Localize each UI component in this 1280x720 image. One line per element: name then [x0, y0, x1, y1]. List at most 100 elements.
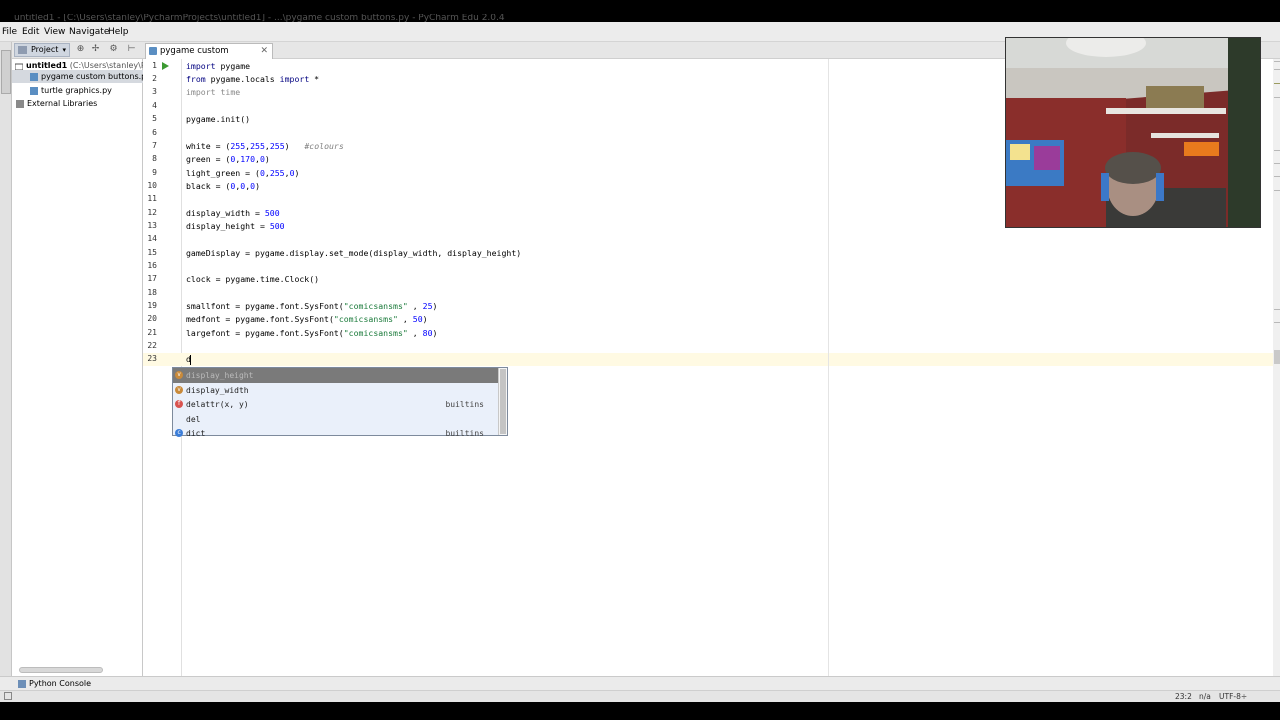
pin-icon[interactable]: ⊢ — [127, 45, 136, 54]
line-number: 15 — [147, 248, 157, 257]
chevron-down-icon: ▾ — [62, 46, 66, 54]
editor-tab-active[interactable]: pygame custom buttons.py ✕ — [145, 43, 273, 70]
scroll-marker — [1274, 322, 1280, 323]
line-number: 11 — [147, 194, 157, 203]
line-separator[interactable]: n/a — [1199, 692, 1211, 701]
tree-external-libraries[interactable]: External Libraries — [12, 97, 143, 110]
code-text: , — [397, 314, 413, 324]
horizontal-scrollbar[interactable] — [19, 667, 103, 673]
tree-file-turtle[interactable]: turtle graphics.py — [12, 84, 143, 97]
scroll-thumb[interactable] — [1274, 350, 1280, 364]
number: 255 — [269, 141, 285, 151]
close-icon[interactable]: ✕ — [260, 44, 268, 58]
scroll-marker — [1274, 150, 1280, 151]
code-line-7: white = (255,255,255) #colours — [186, 140, 344, 153]
project-tab-label: Project — [31, 45, 59, 54]
caret-position[interactable]: 23:2 — [1175, 692, 1192, 701]
tree-file-pygame[interactable]: pygame custom buttons.py — [12, 70, 143, 83]
scroll-marker — [1274, 190, 1280, 191]
gear-icon[interactable]: ⚙ — [109, 45, 118, 54]
scroll-marker — [1274, 163, 1280, 164]
menu-navigate[interactable]: Navigate — [69, 27, 109, 37]
number: 25 — [422, 301, 433, 311]
string: "comicsansms" — [333, 314, 398, 324]
line-number: 13 — [147, 221, 157, 230]
code-text: ) — [264, 154, 270, 164]
collapse-icon[interactable]: ✢ — [91, 45, 100, 54]
menu-view[interactable]: View — [44, 27, 65, 37]
code-line-12: display_width = 500 — [186, 207, 280, 220]
tool-window-strip — [0, 42, 12, 676]
line-number: 14 — [147, 234, 157, 243]
completion-label: dict — [186, 429, 206, 438]
line-number: 5 — [152, 114, 157, 123]
variable-icon: v — [175, 371, 183, 379]
completion-label: display_width — [186, 386, 249, 395]
code-text: ) — [294, 168, 300, 178]
text-cursor — [190, 355, 191, 365]
completion-item[interactable]: v display_height — [173, 368, 498, 383]
scroll-marker — [1274, 309, 1280, 310]
project-tool-button[interactable] — [1, 50, 11, 94]
completion-item[interactable]: del — [173, 412, 498, 427]
code-line-17: clock = pygame.time.Clock() — [186, 274, 320, 284]
globe-icon[interactable]: ⊕ — [76, 45, 85, 54]
completion-source: builtins — [445, 429, 484, 438]
code-text: pygame.locals — [205, 74, 280, 84]
tool-windows-icon[interactable] — [4, 692, 12, 700]
code-text: * — [309, 74, 320, 84]
window-title: untitled1 - [C:\Users\stanley\PycharmPro… — [14, 14, 505, 22]
keyword: import — [186, 61, 216, 71]
bottom-letterbox — [0, 702, 1280, 720]
python-console-button[interactable]: Python Console — [18, 679, 91, 688]
tree-root-label: untitled1 — [26, 61, 68, 70]
library-icon — [16, 99, 24, 108]
code-line-1: import pygame — [186, 60, 250, 73]
code-text: ) — [284, 141, 305, 151]
project-panel: untitled1 (C:\Users\stanley\PycharmProje… — [12, 59, 143, 676]
run-icon[interactable] — [162, 62, 169, 70]
menu-help[interactable]: Help — [108, 27, 129, 37]
scroll-thumb[interactable] — [500, 369, 506, 434]
code-text: ) — [255, 181, 260, 191]
menu-file[interactable]: File — [2, 27, 17, 37]
file-encoding[interactable]: UTF-8÷ — [1219, 692, 1247, 701]
line-number: 9 — [152, 168, 157, 177]
tree-file-label: pygame custom buttons.py — [41, 72, 143, 81]
code-text: ) — [432, 301, 438, 311]
scroll-marker — [1274, 176, 1280, 177]
completion-item[interactable]: c dict builtins — [173, 426, 498, 441]
code-line-20: medfont = pygame.font.SysFont("comicsans… — [186, 313, 428, 326]
project-view-selector[interactable]: Project ▾ — [14, 43, 70, 57]
line-number: 4 — [152, 101, 157, 110]
variable-icon: v — [175, 386, 183, 394]
current-line-highlight — [143, 353, 1273, 366]
screen: untitled1 - [C:\Users\stanley\PycharmPro… — [0, 0, 1280, 720]
python-file-icon — [30, 72, 38, 81]
line-number: 17 — [147, 274, 157, 283]
number: 500 — [264, 208, 280, 218]
completion-item[interactable]: v display_width — [173, 383, 498, 398]
function-icon: f — [175, 400, 183, 408]
menu-edit[interactable]: Edit — [22, 27, 39, 37]
number: 255 — [250, 141, 265, 151]
line-number: 18 — [147, 288, 157, 297]
python-file-icon — [30, 86, 38, 95]
number: 255 — [230, 141, 246, 151]
number: 80 — [422, 328, 433, 338]
code-text: white = ( — [186, 141, 231, 151]
code-line-8: green = (0,170,0) — [186, 153, 270, 166]
scroll-marker — [1274, 97, 1280, 98]
code-text: pygame — [215, 61, 251, 71]
class-icon: c — [175, 429, 183, 437]
line-number: 16 — [147, 261, 157, 270]
code-text: black = ( — [186, 181, 231, 191]
editor-scrollbar[interactable] — [1273, 59, 1280, 676]
webcam-overlay — [1005, 37, 1261, 228]
line-number: 10 — [147, 181, 157, 190]
project-folder-icon — [18, 46, 27, 54]
autocomplete-popup[interactable]: v display_height v display_width f delat… — [172, 367, 508, 438]
completion-scrollbar[interactable] — [498, 368, 507, 435]
tree-external-label: External Libraries — [27, 99, 98, 108]
completion-item[interactable]: f delattr(x, y) builtins — [173, 397, 498, 412]
